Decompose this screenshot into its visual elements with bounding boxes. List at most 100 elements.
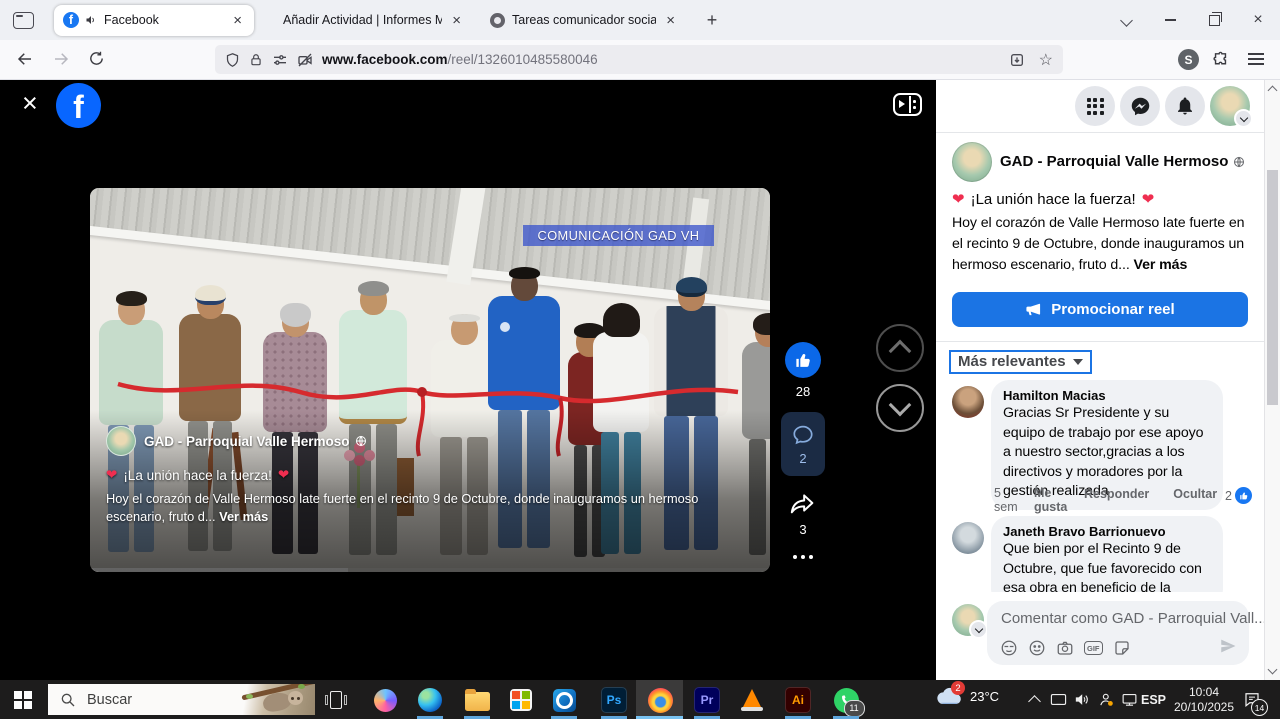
whatsapp-button[interactable]: 11 bbox=[833, 687, 859, 713]
gif-icon[interactable]: GIF bbox=[1084, 641, 1103, 655]
save-page-icon[interactable] bbox=[1009, 52, 1025, 68]
comment-time[interactable]: 5 sem bbox=[994, 487, 1024, 514]
more-options-icon[interactable] bbox=[781, 555, 825, 559]
meet-now-icon[interactable] bbox=[1098, 691, 1115, 708]
task-view-button[interactable] bbox=[323, 687, 349, 713]
restore-button[interactable] bbox=[1192, 0, 1236, 40]
comment-author[interactable]: Hamilton Macias bbox=[1003, 387, 1211, 404]
comment-input[interactable]: Comentar como GAD - Parroquial Vall... G… bbox=[987, 601, 1249, 665]
scroll-up-arrow[interactable] bbox=[1268, 86, 1278, 96]
facebook-logo[interactable]: f bbox=[56, 83, 101, 128]
tab-facebook[interactable]: f Facebook × bbox=[54, 5, 254, 36]
page-name[interactable]: GAD - Parroquial Valle Hermoso bbox=[1000, 153, 1245, 170]
lock-icon[interactable] bbox=[249, 52, 263, 68]
firefox-button[interactable] bbox=[647, 687, 673, 713]
shield-icon[interactable] bbox=[225, 52, 240, 68]
scrollbar-thumb[interactable] bbox=[1267, 170, 1278, 405]
extensions-puzzle-icon[interactable] bbox=[1212, 51, 1229, 68]
search-highlight-image[interactable] bbox=[243, 684, 315, 715]
commenter-avatar[interactable] bbox=[952, 522, 984, 554]
page-name[interactable]: GAD - Parroquial Valle Hermoso bbox=[144, 434, 367, 449]
minimize-button[interactable] bbox=[1148, 0, 1192, 40]
url-text[interactable]: www.facebook.com/reel/1326010485580046 bbox=[322, 52, 1009, 67]
toggle-sidebar-icon[interactable] bbox=[893, 93, 922, 116]
promote-reel-button[interactable]: Promocionar reel bbox=[952, 292, 1248, 327]
reload-button[interactable] bbox=[88, 50, 105, 67]
firefox-view-icon[interactable] bbox=[13, 12, 34, 29]
emoji-icon[interactable] bbox=[1028, 639, 1046, 657]
public-globe-icon bbox=[1233, 156, 1245, 168]
tablet-mode-icon[interactable] bbox=[1050, 692, 1067, 707]
bookmark-star-icon[interactable]: ☆ bbox=[1039, 50, 1053, 70]
new-tab-button[interactable]: + bbox=[699, 10, 725, 31]
vlc-button[interactable] bbox=[739, 687, 765, 713]
tab-close-icon[interactable]: × bbox=[449, 13, 464, 28]
heart-icon: ❤ bbox=[1142, 190, 1155, 208]
comment-sort-dropdown[interactable]: Más relevantes bbox=[949, 350, 1092, 374]
illustrator-button[interactable]: Ai bbox=[785, 687, 811, 713]
page-scrollbar[interactable] bbox=[1264, 80, 1280, 680]
forward-button[interactable] bbox=[52, 50, 70, 68]
camera-blocked-icon[interactable] bbox=[297, 52, 313, 68]
reel-caption: Hoy el corazón de Valle Hermoso late fue… bbox=[106, 490, 754, 526]
see-more-link[interactable]: Ver más bbox=[219, 509, 268, 524]
next-reel-button[interactable] bbox=[876, 384, 924, 432]
window-controls: × bbox=[1104, 0, 1280, 40]
tray-expand-icon[interactable] bbox=[1028, 695, 1041, 708]
reel-video[interactable]: COMUNICACIÓN GAD VH GAD - Parroquial Val… bbox=[90, 188, 770, 572]
edge-button[interactable] bbox=[417, 687, 443, 713]
volume-icon[interactable] bbox=[1073, 691, 1090, 708]
file-explorer-button[interactable] bbox=[464, 687, 490, 713]
see-more-link[interactable]: Ver más bbox=[1134, 257, 1188, 273]
language-indicator[interactable]: ESP bbox=[1141, 693, 1166, 707]
window-close-button[interactable]: × bbox=[1236, 0, 1280, 40]
start-button[interactable] bbox=[14, 691, 32, 709]
taskbar-search[interactable]: Buscar bbox=[48, 684, 315, 715]
messenger-button[interactable] bbox=[1120, 86, 1160, 126]
url-bar[interactable]: www.facebook.com/reel/1326010485580046 ☆ bbox=[215, 45, 1063, 74]
share-button[interactable] bbox=[788, 489, 818, 517]
like-button[interactable] bbox=[785, 342, 821, 378]
premiere-button[interactable]: Pr bbox=[694, 687, 720, 713]
composer-avatar[interactable] bbox=[952, 604, 984, 636]
send-comment-button[interactable] bbox=[1219, 637, 1237, 655]
menu-hamburger-icon[interactable] bbox=[1248, 53, 1264, 65]
list-tabs-icon[interactable] bbox=[1104, 0, 1148, 40]
viewer-close-icon[interactable]: × bbox=[22, 90, 38, 117]
comment-hide-action[interactable]: Ocultar bbox=[1173, 487, 1217, 501]
sticker-icon[interactable] bbox=[1113, 639, 1131, 657]
outlook-button[interactable] bbox=[551, 687, 577, 713]
comment-like-chip[interactable]: 2 bbox=[1225, 487, 1252, 504]
comment-reply-action[interactable]: Responder bbox=[1084, 487, 1149, 501]
notifications-button[interactable] bbox=[1165, 86, 1205, 126]
reaction-rail: 28 2 3 bbox=[781, 342, 825, 559]
comment-like-action[interactable]: Me gusta bbox=[1034, 487, 1076, 514]
copilot-button[interactable] bbox=[372, 687, 398, 713]
apps-menu-button[interactable] bbox=[1075, 86, 1115, 126]
tab-tareas[interactable]: Tareas comunicador social GAD × bbox=[481, 5, 687, 36]
camera-icon[interactable] bbox=[1056, 639, 1074, 657]
microsoft-store-button[interactable] bbox=[508, 687, 534, 713]
permissions-icon[interactable] bbox=[272, 52, 288, 68]
tab-title: Facebook bbox=[104, 13, 223, 27]
tab-informes[interactable]: Añadir Actividad | Informes Mensua × bbox=[267, 5, 473, 36]
commenter-avatar[interactable] bbox=[952, 386, 984, 418]
facebook-favicon: f bbox=[63, 12, 79, 28]
previous-reel-button[interactable] bbox=[876, 324, 924, 372]
comment-button[interactable]: 2 bbox=[781, 412, 825, 476]
back-button[interactable] bbox=[16, 50, 34, 68]
scroll-down-arrow[interactable] bbox=[1268, 665, 1278, 675]
extension-s-icon[interactable]: S bbox=[1178, 49, 1199, 70]
page-avatar[interactable] bbox=[106, 426, 136, 456]
tab-close-icon[interactable]: × bbox=[230, 13, 245, 28]
comment-author[interactable]: Janeth Bravo Barrionuevo bbox=[1003, 523, 1211, 540]
network-icon[interactable] bbox=[1121, 692, 1138, 707]
photoshop-button[interactable]: Ps bbox=[601, 687, 627, 713]
clock-widget[interactable]: 10:04 20/10/2025 bbox=[1172, 685, 1236, 714]
tab-close-icon[interactable]: × bbox=[663, 13, 678, 28]
weather-widget[interactable]: 2 23°C bbox=[936, 686, 999, 706]
account-avatar[interactable] bbox=[1210, 86, 1250, 126]
page-avatar[interactable] bbox=[952, 142, 992, 182]
tab-audio-icon[interactable] bbox=[85, 14, 97, 26]
avatar-sticker-icon[interactable] bbox=[1000, 639, 1018, 657]
